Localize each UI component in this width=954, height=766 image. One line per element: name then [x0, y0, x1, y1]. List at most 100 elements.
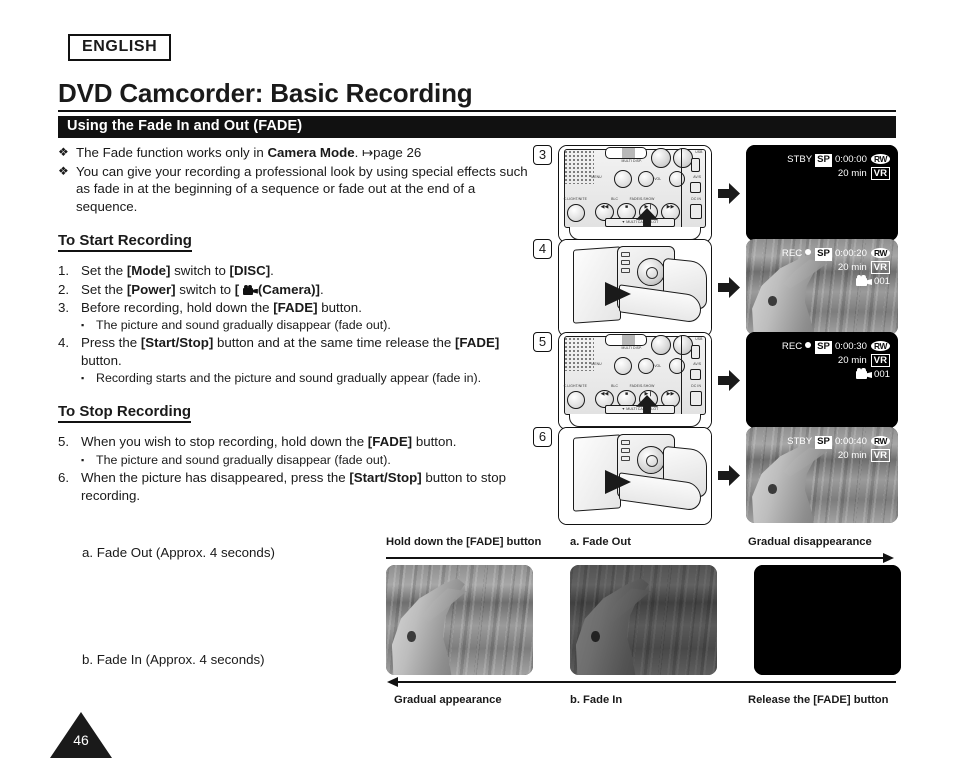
menu-label: MENU: [591, 175, 602, 179]
osd-quality-badge: SP: [815, 154, 832, 167]
square-bullet-icon: ▪: [81, 454, 85, 465]
strip-label-hold-fade: Hold down the [FADE] button: [386, 536, 542, 548]
vol-label: VOL: [654, 177, 662, 181]
strip-label-gradual-appearance: Gradual appearance: [394, 694, 502, 706]
step-text-bold: [Start/Stop]: [140, 334, 214, 350]
strip-label-fade-in: b. Fade In: [570, 694, 623, 706]
osd-format-badge: VR: [870, 354, 890, 367]
osd-row-clip: 001: [855, 368, 890, 380]
mode-dial-icon: [637, 258, 665, 286]
fade-slideshow-label: FADE/S.SHOW: [629, 197, 655, 201]
intro-bullet: ❖ You can give your recording a professi…: [58, 163, 528, 216]
osd-status: STBY: [787, 154, 813, 165]
volume-down-button[interactable]: [638, 171, 654, 187]
volume-down-button[interactable]: [638, 358, 654, 374]
record-dot-icon: [805, 342, 812, 348]
arrow-right-icon: [718, 370, 740, 390]
dc-in-label: DC IN: [691, 384, 702, 388]
intro-bullet-pre: The Fade function works only in: [76, 145, 268, 160]
step-text-bold: [: [234, 281, 243, 297]
osd-timecode: 0:00:00: [834, 154, 867, 165]
step-item: 6. When the picture has disappeared, pre…: [58, 469, 528, 505]
osd-row-remaining: 20 min VR: [838, 167, 890, 180]
osd-format-badge: VR: [870, 167, 890, 180]
osd-quality-badge: SP: [815, 248, 832, 261]
step-text-bold: [FADE]: [454, 334, 500, 350]
osd-disc-type-badge: RW: [870, 341, 890, 351]
osd-format-badge: VR: [870, 261, 890, 274]
intro-bullet-text: You can give your recording a profession…: [76, 163, 528, 214]
osd-row-remaining: 20 min VR: [838, 261, 890, 274]
lcd-panel-shape: [573, 246, 621, 324]
multi-disp-label: MULTI DISP.: [621, 346, 643, 350]
osd-row-status: STBY SP 0:00:40 RW: [787, 436, 890, 449]
osd-timecode: 0:00:40: [834, 436, 867, 447]
arrow-right-icon: [718, 465, 740, 485]
step-item: 4. Press the [Start/Stop] button and at …: [58, 334, 528, 370]
step-text-part: .: [270, 263, 274, 279]
light-nite-button[interactable]: [567, 204, 585, 222]
step-text: When the picture has disappeared, press …: [81, 469, 528, 505]
filmstrip-frame-dim: [570, 565, 717, 675]
step-number: 2.: [58, 281, 70, 297]
step-text-part: Set the: [81, 281, 127, 297]
step-item: 2. Set the [Power] switch to [ (Camera)]…: [58, 281, 528, 299]
speaker-grille-icon: [564, 337, 594, 371]
step-item: 5. When you wish to stop recording, hold…: [58, 433, 528, 451]
step-number: 3.: [58, 299, 70, 315]
fade-out-caption: a. Fade Out (Approx. 4 seconds): [82, 545, 275, 560]
osd-disc-type-badge: RW: [870, 248, 890, 258]
mode-slider-icon: [605, 147, 647, 159]
step-text: When you wish to stop recording, hold do…: [81, 433, 528, 451]
fade-in-caption: b. Fade In (Approx. 4 seconds): [82, 652, 265, 667]
menu-button[interactable]: [614, 170, 632, 188]
arrow-right-timeline-icon: [386, 557, 884, 559]
step-text-part: switch to: [170, 263, 230, 279]
step-subbullet: ▪ The picture and sound gradually disapp…: [81, 317, 528, 334]
square-bullet-icon: ▪: [81, 319, 85, 330]
step-text-bold: (Camera)]: [257, 281, 320, 297]
page-title: DVD Camcorder: Basic Recording: [58, 78, 473, 108]
menu-button[interactable]: [614, 357, 632, 375]
step-number: 1.: [58, 263, 70, 279]
step-subbullet-text: The picture and sound gradually disappea…: [96, 317, 391, 332]
usb-label: USB: [695, 150, 703, 154]
speaker-grille-icon: [564, 150, 594, 184]
camcorder-icon: [855, 275, 872, 286]
step-number: 4.: [58, 334, 70, 350]
page-number-label: 46: [73, 732, 89, 748]
osd-remaining: 20 min: [837, 355, 867, 366]
lcd-preview-5: REC SP 0:00:30 RW 20 min VR 001: [746, 332, 898, 428]
fade-sequence-diagram: Hold down the [FADE] button a. Fade Out …: [386, 536, 901, 706]
usb-port: [691, 345, 700, 359]
camcorder-icon: [855, 368, 872, 379]
intro-bullet: ❖ The Fade function works only in Camera…: [58, 144, 528, 162]
usb-port: [691, 158, 700, 172]
step-text-bold: [FADE]: [367, 434, 413, 450]
osd-status: REC: [781, 248, 803, 259]
osd-remaining: 20 min: [837, 168, 867, 179]
arrow-left-timeline-icon: [398, 681, 896, 683]
step-text-part: switch to: [175, 281, 235, 297]
camcorder-rear-view-illustration: [558, 427, 712, 525]
step-item: 3. Before recording, hold down the [FADE…: [58, 299, 528, 317]
osd-disc-type-badge: RW: [870, 154, 890, 164]
lcd-panel-shape: [573, 434, 621, 512]
step-text-bold: [Start/Stop]: [349, 469, 422, 485]
osd-status: REC: [781, 341, 803, 352]
light-nite-button[interactable]: [567, 391, 585, 409]
fade-slideshow-label: FADE/S.SHOW: [629, 384, 655, 388]
osd-disc-type-badge: RW: [870, 436, 890, 446]
step-text-bold: [DISC]: [229, 263, 271, 279]
osd-status: STBY: [787, 436, 813, 447]
osd-timecode: 0:00:20: [834, 248, 867, 259]
osd-quality-badge: SP: [815, 341, 832, 354]
blc-label: BLC: [611, 197, 619, 201]
osd-remaining: 20 min: [837, 450, 867, 461]
step-text-part: Set the: [81, 263, 127, 279]
step-text-part: Press the: [81, 334, 141, 350]
dc-in-port: [690, 204, 702, 219]
start-recording-heading: To Start Recording: [58, 232, 192, 253]
step-text-part: button.: [81, 353, 122, 369]
filmstrip-frame-bright: [386, 565, 533, 675]
